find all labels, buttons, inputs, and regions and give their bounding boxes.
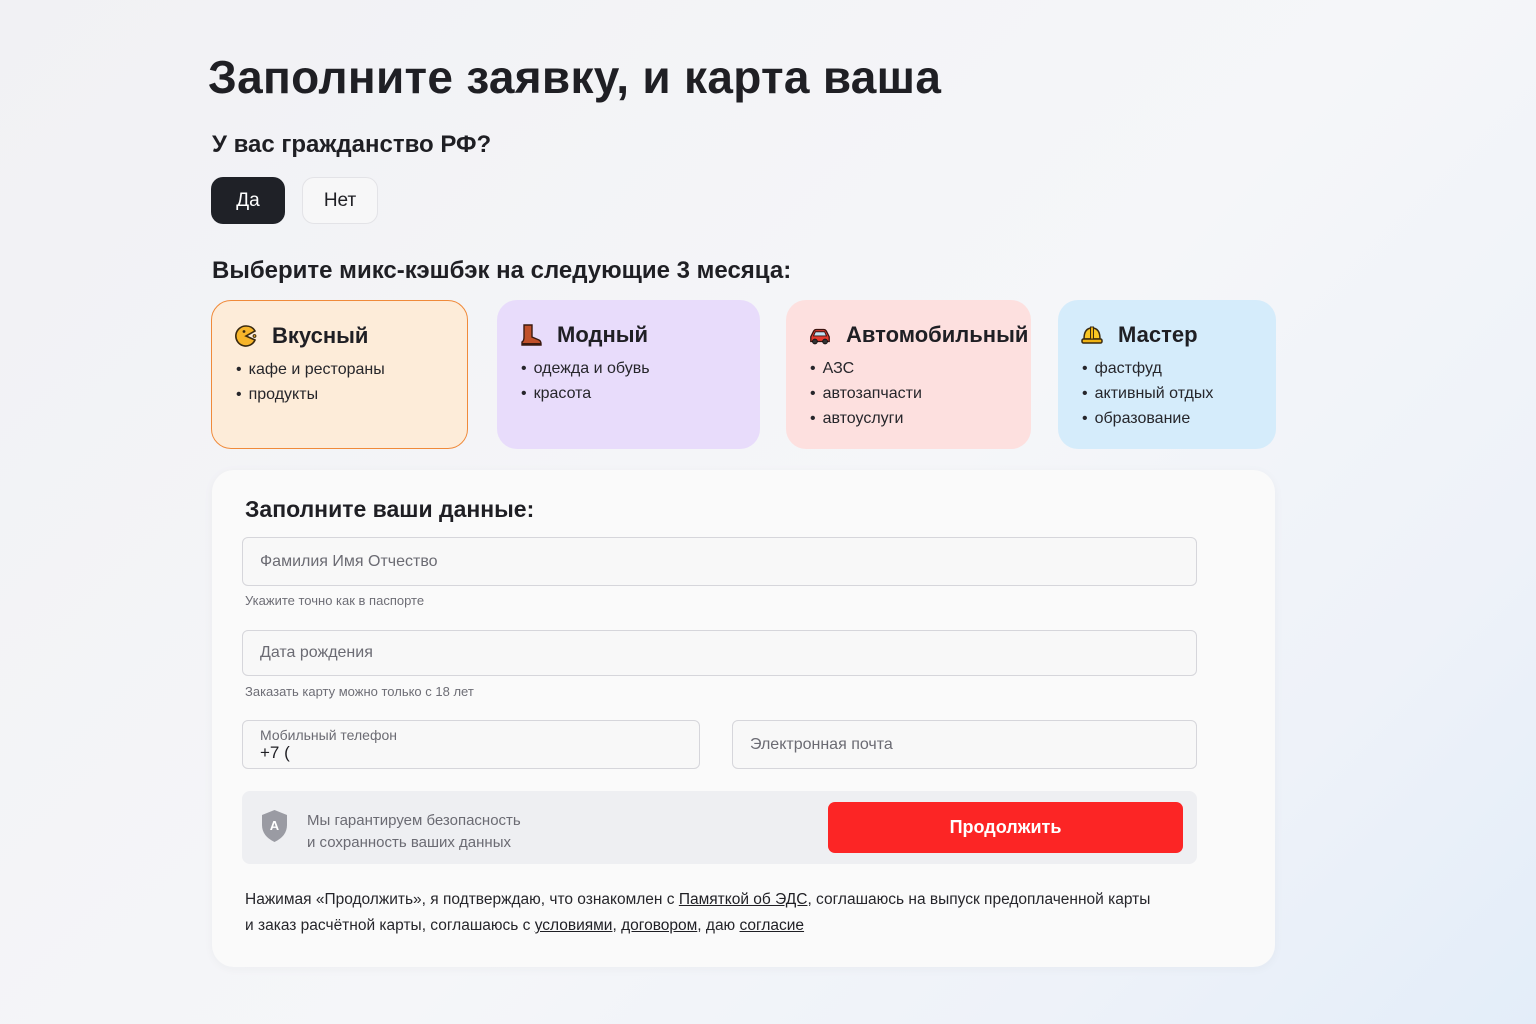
card-item: образование <box>1080 406 1254 431</box>
continue-button[interactable]: Продолжить <box>828 802 1183 853</box>
card-title: Мастер <box>1118 322 1198 347</box>
card-item: автозапчасти <box>808 381 1009 406</box>
citizenship-question: У вас гражданство РФ? <box>212 131 492 158</box>
security-text-line: Мы гарантируем безопасность <box>307 812 521 829</box>
birthdate-input[interactable]: Дата рождения <box>242 630 1197 676</box>
terms-link[interactable]: условиями <box>535 917 613 934</box>
legal-consent-text: Нажимая «Продолжить», я подтверждаю, что… <box>245 887 1185 939</box>
pacman-food-icon <box>235 325 257 347</box>
card-item: одежда и обувь <box>519 356 738 381</box>
card-item: красота <box>519 381 738 406</box>
cashback-card-auto[interactable]: Автомобильный АЗС автозапчасти автоуслуг… <box>786 300 1031 449</box>
memo-eds-link[interactable]: Памяткой об ЭДС <box>679 891 808 908</box>
security-text-line: и сохранность ваших данных <box>307 834 512 851</box>
legal-text: , даю <box>697 917 740 934</box>
fio-hint: Укажите точно как в паспорте <box>245 593 425 608</box>
card-item: фастфуд <box>1080 356 1254 381</box>
card-item: кафе и рестораны <box>234 357 445 382</box>
email-input[interactable]: Электронная почта <box>732 720 1197 769</box>
contract-link[interactable]: договором <box>621 917 697 934</box>
legal-text: , соглашаюсь на выпуск предоплаченной ка… <box>807 891 1151 908</box>
phone-input[interactable]: Мобильный телефон +7 ( <box>242 720 700 769</box>
card-item: АЗС <box>808 356 1009 381</box>
phone-value: +7 ( <box>260 742 290 762</box>
legal-text: Нажимая «Продолжить», я подтверждаю, что… <box>245 891 679 908</box>
citizenship-yes-button[interactable]: Да <box>211 177 285 224</box>
card-title: Модный <box>557 322 649 347</box>
form-title: Заполните ваши данные: <box>245 496 535 522</box>
phone-label: Мобильный телефон <box>260 726 397 743</box>
boot-icon <box>521 324 542 346</box>
page-title: Заполните заявку, и карта ваша <box>208 51 942 103</box>
card-title: Автомобильный <box>846 322 1029 347</box>
legal-text: и заказ расчётной карты, соглашаюсь с <box>245 917 535 934</box>
cashback-card-fashion[interactable]: Модный одежда и обувь красота <box>497 300 760 449</box>
card-item: продукты <box>234 382 445 407</box>
security-text: Мы гарантируем безопасность и сохранност… <box>307 810 521 854</box>
legal-text: , <box>612 917 622 934</box>
card-item: автоуслуги <box>808 406 1009 431</box>
fio-input[interactable]: Фамилия Имя Отчество <box>242 537 1197 586</box>
card-item: активный отдых <box>1080 381 1254 406</box>
consent-link[interactable]: согласие <box>740 917 805 934</box>
citizenship-no-button[interactable]: Нет <box>302 177 378 224</box>
car-icon <box>810 328 830 345</box>
svg-text:A: A <box>270 818 280 833</box>
cashback-card-master[interactable]: Мастер фастфуд активный отдых образовани… <box>1058 300 1276 449</box>
helmet-icon <box>1081 326 1103 344</box>
shield-icon: A <box>262 810 287 842</box>
birthdate-hint: Заказать карту можно только с 18 лет <box>245 684 474 699</box>
cashback-section-title: Выберите микс-кэшбэк на следующие 3 меся… <box>212 257 792 284</box>
card-title: Вкусный <box>272 323 369 348</box>
cashback-card-tasty[interactable]: Вкусный кафе и рестораны продукты <box>211 300 468 449</box>
